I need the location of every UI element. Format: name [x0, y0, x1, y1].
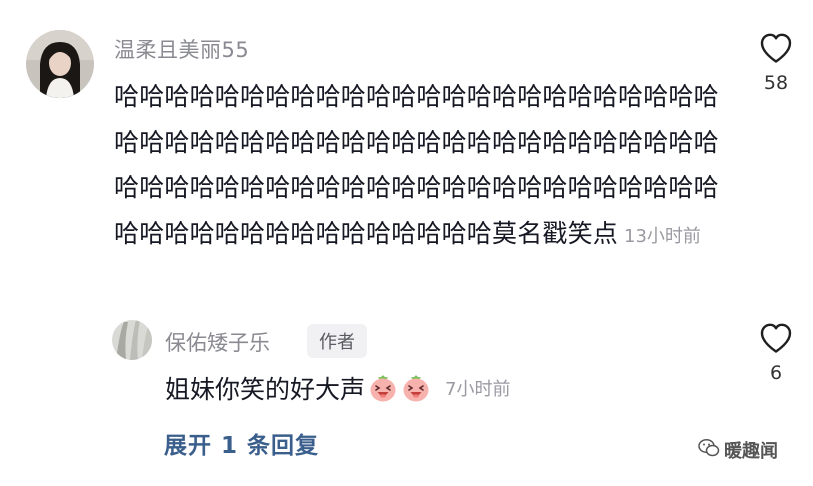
laughing-peach-emoji	[401, 373, 431, 403]
comment-time: 13小时前	[624, 225, 701, 247]
comment-thread: 温柔且美丽55 哈哈哈哈哈哈哈哈哈哈哈哈哈哈哈哈哈哈哈哈哈哈哈哈哈哈哈哈哈哈哈哈…	[0, 0, 813, 486]
like-count: 58	[763, 72, 789, 94]
watermark: 暖趣闻	[698, 437, 778, 463]
user-avatar[interactable]	[26, 30, 94, 98]
comment-text: 哈哈哈哈哈哈哈哈哈哈哈哈哈哈哈哈哈哈哈哈哈哈哈哈哈哈哈哈哈哈哈哈哈哈哈哈哈哈哈哈…	[114, 82, 719, 248]
comment-username[interactable]: 温柔且美丽55	[114, 34, 249, 64]
reply-like: 6	[746, 322, 806, 384]
like-count: 6	[769, 362, 783, 384]
watermark-text: 暖趣闻	[724, 441, 778, 462]
expand-replies-button[interactable]: 展开 1 条回复	[164, 426, 319, 460]
reply-time: 7小时前	[445, 379, 511, 400]
laughing-peach-emoji	[368, 373, 398, 403]
wechat-logo-icon	[698, 438, 720, 463]
heart-outline-icon[interactable]	[746, 322, 806, 358]
reply-username[interactable]: 保佑矮子乐	[165, 327, 270, 357]
reply-body[interactable]: 姐妹你笑的好大声 7小时前	[165, 370, 510, 406]
heart-outline-icon[interactable]	[746, 32, 806, 68]
reply-text: 姐妹你笑的好大声	[165, 375, 366, 404]
author-badge: 作者	[307, 324, 367, 358]
reply-avatar[interactable]	[112, 320, 152, 360]
comment-body[interactable]: 哈哈哈哈哈哈哈哈哈哈哈哈哈哈哈哈哈哈哈哈哈哈哈哈哈哈哈哈哈哈哈哈哈哈哈哈哈哈哈哈…	[114, 74, 724, 259]
comment-like: 58	[746, 32, 806, 94]
